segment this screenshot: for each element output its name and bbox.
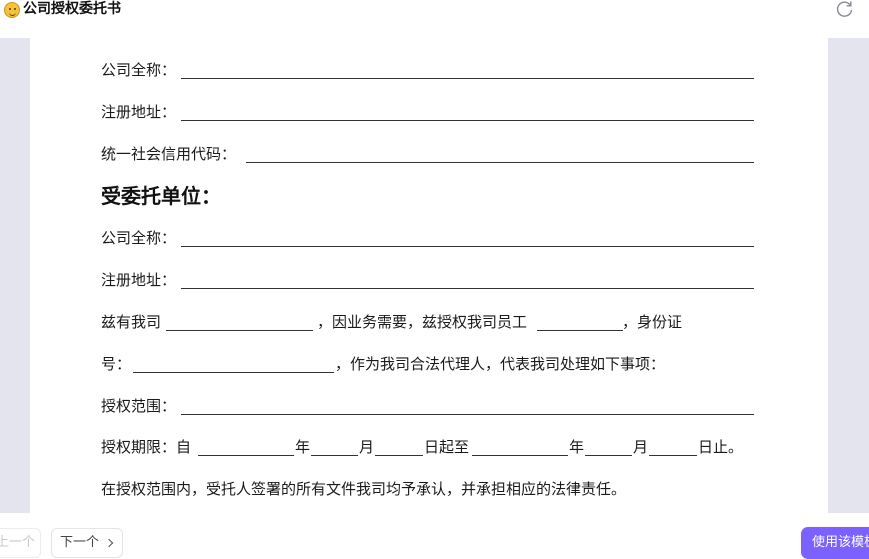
period-until: 日止。: [698, 438, 744, 456]
principal-address-blank: [181, 120, 754, 121]
end-month-blank: [585, 455, 632, 456]
agent-address-blank: [181, 288, 754, 289]
start-year-blank: [198, 455, 294, 456]
period-month1: 月: [359, 438, 375, 456]
para2-text-b: ，作为我司合法代理人，代表我司处理如下事项：: [335, 355, 666, 373]
chevron-right-icon: [104, 538, 114, 548]
principal-credit-code-blank: [246, 162, 754, 163]
agent-heading: 受委托单位：: [101, 184, 221, 208]
agent-company-name-blank: [181, 246, 754, 247]
next-button[interactable]: 下一个: [51, 528, 123, 558]
principal-company-name-blank: [181, 78, 754, 79]
refresh-icon[interactable]: [836, 0, 854, 18]
start-month-blank: [311, 455, 358, 456]
scope-label: 授权范围：: [101, 397, 177, 415]
end-day-blank: [649, 455, 697, 456]
para2-text-a: 号：: [101, 355, 132, 373]
principal-company-name-label: 公司全称：: [101, 61, 177, 79]
para1-text-b: ，因业务需要，兹授权我司员工: [317, 313, 528, 331]
para1-text-c: ，身份证: [622, 313, 683, 331]
smiley-icon: [4, 2, 20, 18]
principal-credit-code-label: 统一社会信用代码：: [101, 145, 237, 163]
period-year1: 年: [295, 438, 311, 456]
closing-statement: 在授权范围内，受托人签署的所有文件我司均予承认，并承担相应的法律责任。: [101, 480, 627, 498]
agent-company-name-label: 公司全称：: [101, 229, 177, 247]
para1-text-a: 兹有我司: [101, 313, 162, 331]
id-number-blank: [133, 372, 334, 373]
title-bar: 公司授权委托书: [0, 0, 869, 38]
company-blank: [166, 330, 313, 331]
period-year2: 年: [569, 438, 585, 456]
app-title: 公司授权委托书: [23, 1, 121, 17]
period-label: 授权期限：自: [101, 438, 192, 456]
principal-address-label: 注册地址：: [101, 103, 177, 121]
period-month2: 月: [633, 438, 649, 456]
scope-blank: [181, 414, 754, 415]
use-template-button[interactable]: 使用该模板: [801, 527, 869, 559]
next-button-label: 下一个: [60, 535, 100, 550]
employee-blank: [537, 330, 623, 331]
start-day-blank: [375, 455, 423, 456]
footer-bar: 上一个 下一个 使用该模板: [0, 513, 869, 559]
document-preview[interactable]: 公司全称： 注册地址： 统一社会信用代码： 受委托单位： 公司全称： 注册地址：…: [0, 38, 869, 513]
document-page: 公司全称： 注册地址： 统一社会信用代码： 受委托单位： 公司全称： 注册地址：…: [30, 38, 828, 513]
agent-address-label: 注册地址：: [101, 271, 177, 289]
prev-button[interactable]: 上一个: [0, 528, 41, 558]
end-year-blank: [472, 455, 568, 456]
period-from: 日起至: [424, 438, 470, 456]
